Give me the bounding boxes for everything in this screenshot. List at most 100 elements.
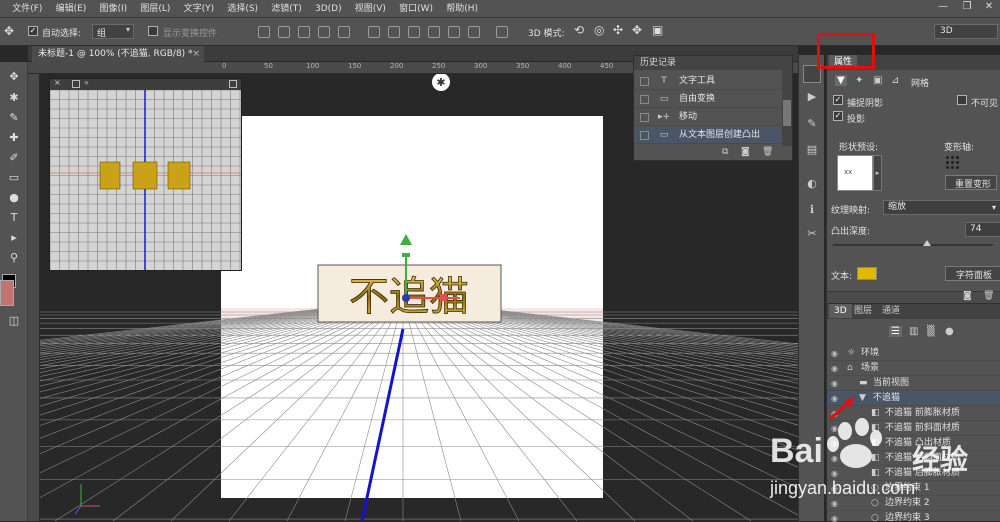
scene-item[interactable]: ◉ ☼ 环境 bbox=[827, 346, 1000, 361]
zoom-icon[interactable]: ⚲ bbox=[5, 249, 23, 267]
distribute-bottom-icon[interactable] bbox=[408, 26, 420, 38]
menu-select[interactable]: 选择(S) bbox=[222, 0, 263, 18]
scene-item[interactable]: ◉ ○ 边界约束 3 bbox=[827, 511, 1000, 522]
invisible-checkbox[interactable] bbox=[957, 95, 967, 106]
rotate-3d-icon[interactable]: ⟲ bbox=[574, 23, 584, 37]
move-tool-icon[interactable]: ✥ bbox=[4, 24, 14, 38]
path-select-icon[interactable]: ▸ bbox=[5, 229, 23, 247]
align-bottom-icon[interactable] bbox=[298, 26, 310, 38]
secondary-view-panel[interactable]: × » bbox=[49, 78, 242, 271]
expand-view-icon[interactable] bbox=[229, 80, 237, 88]
close-view-icon[interactable]: × bbox=[54, 78, 61, 87]
healing-brush-icon[interactable]: ✚ bbox=[5, 129, 23, 147]
mesh-filter-icon[interactable]: ▥ bbox=[909, 326, 918, 337]
visibility-eye-icon[interactable]: ◉ bbox=[831, 361, 843, 376]
history-checkbox[interactable] bbox=[640, 77, 649, 86]
actions-icon[interactable]: ▶ bbox=[803, 90, 821, 108]
adjustments-icon[interactable]: ◐ bbox=[803, 177, 821, 195]
visibility-eye-icon[interactable]: ◉ bbox=[831, 481, 843, 496]
move-tool-icon[interactable]: ✥ bbox=[5, 68, 23, 86]
history-item[interactable]: T 文字工具 bbox=[634, 73, 782, 90]
trash-icon[interactable]: 🗑 bbox=[762, 147, 773, 157]
character-panel-button[interactable]: 字符面板 bbox=[945, 266, 1000, 281]
menu-image[interactable]: 图像(I) bbox=[94, 0, 132, 18]
history-panel-title[interactable]: 历史记录 bbox=[634, 56, 792, 70]
align-vcenter-icon[interactable] bbox=[278, 26, 290, 38]
deform-axis-grid-icon[interactable] bbox=[945, 155, 961, 171]
gizmo-center[interactable] bbox=[402, 294, 410, 302]
screenshot-icon[interactable]: ◙ bbox=[963, 291, 972, 301]
scene-item[interactable]: ◉ ◧ 不追猫 后斜面材质 bbox=[827, 451, 1000, 466]
visibility-eye-icon[interactable]: ◉ bbox=[831, 376, 843, 391]
distribute-vcenter-icon[interactable] bbox=[388, 26, 400, 38]
tab-layers[interactable]: 图层 bbox=[849, 304, 877, 318]
menu-3d[interactable]: 3D(D) bbox=[310, 0, 347, 18]
roll-3d-icon[interactable]: ◎ bbox=[594, 23, 604, 37]
align-hcenter-icon[interactable] bbox=[338, 26, 350, 38]
menu-layer[interactable]: 图层(L) bbox=[135, 0, 175, 18]
chevron-down-icon[interactable]: » bbox=[84, 78, 89, 87]
menu-help[interactable]: 帮助(H) bbox=[441, 0, 483, 18]
trash-icon[interactable]: 🗑 bbox=[983, 291, 994, 301]
distribute-right-icon[interactable] bbox=[468, 26, 480, 38]
menu-type[interactable]: 文字(Y) bbox=[179, 0, 220, 18]
catch-shadows-checkbox[interactable]: ✓ bbox=[833, 95, 843, 106]
whole-scene-filter-icon[interactable]: ☰ bbox=[889, 326, 902, 337]
slider-thumb[interactable] bbox=[923, 240, 931, 246]
materials-filter-icon[interactable]: ▒ bbox=[927, 326, 935, 337]
coordinates-icon[interactable]: ⊿ bbox=[891, 75, 899, 86]
workspace-switcher[interactable]: 3D bbox=[934, 24, 998, 39]
shape-preset-thumbnail[interactable]: ⅹⅹ bbox=[837, 155, 873, 191]
snapshot-camera-icon[interactable]: ◙ bbox=[741, 147, 750, 157]
visibility-eye-icon[interactable]: ◉ bbox=[831, 466, 843, 481]
scrollbar-thumb[interactable] bbox=[783, 100, 791, 126]
history-checkbox[interactable] bbox=[640, 95, 649, 104]
history-item-selected[interactable]: ▭ 从文本图层创建凸出 bbox=[634, 127, 782, 144]
drag-3d-icon[interactable]: ✣ bbox=[613, 23, 623, 37]
visibility-eye-icon[interactable]: ◉ bbox=[831, 451, 843, 466]
menu-filter[interactable]: 滤镜(T) bbox=[266, 0, 307, 18]
background-color-swatch[interactable] bbox=[0, 280, 14, 306]
tools-icon[interactable]: ✂ bbox=[803, 227, 821, 245]
menu-edit[interactable]: 编辑(E) bbox=[51, 0, 92, 18]
mesh-filter-icon[interactable]: ▼ bbox=[835, 75, 847, 86]
text-color-swatch[interactable] bbox=[857, 267, 877, 280]
close-tab-icon[interactable]: × bbox=[192, 46, 200, 62]
cap-icon[interactable]: ▣ bbox=[873, 75, 882, 86]
distribute-top-icon[interactable] bbox=[368, 26, 380, 38]
reset-deform-button[interactable]: 重置变形 bbox=[945, 175, 997, 190]
menu-view[interactable]: 视图(V) bbox=[350, 0, 391, 18]
magic-wand-icon[interactable]: ✱ bbox=[5, 89, 23, 107]
distribute-hcenter-icon[interactable] bbox=[448, 26, 460, 38]
align-top-icon[interactable] bbox=[258, 26, 270, 38]
extrude-depth-input[interactable]: 74 bbox=[965, 222, 1000, 237]
history-item[interactable]: ▸+ 移动 bbox=[634, 109, 782, 126]
auto-align-icon[interactable] bbox=[496, 26, 508, 38]
brush-icon[interactable]: ✐ bbox=[5, 149, 23, 167]
new-document-from-state-icon[interactable]: ⧉ bbox=[722, 147, 728, 157]
eraser-icon[interactable]: ▭ bbox=[5, 169, 23, 187]
scene-item[interactable]: ◉ ○ 边界约束 2 bbox=[827, 496, 1000, 511]
scene-item[interactable]: ◉ ⌂ 场景 bbox=[827, 361, 1000, 376]
texture-map-select[interactable]: 缩放 ▾ bbox=[883, 200, 1000, 215]
history-item[interactable]: ▭ 自由变换 bbox=[634, 91, 782, 108]
tab-channels[interactable]: 通道 bbox=[877, 304, 905, 318]
info-icon[interactable]: ℹ bbox=[803, 203, 821, 221]
tool-presets-icon[interactable]: ▤ bbox=[803, 143, 821, 161]
visibility-eye-icon[interactable]: ◉ bbox=[831, 436, 843, 451]
scene-item[interactable]: ◉ ◧ 不追猫 后膨胀材质 bbox=[827, 466, 1000, 481]
type-tool-icon[interactable]: T bbox=[5, 209, 23, 227]
auto-select-dropdown[interactable]: 组 ▾ bbox=[92, 24, 134, 39]
menu-window[interactable]: 窗口(W) bbox=[394, 0, 438, 18]
quick-mask-icon[interactable]: ◫ bbox=[5, 312, 23, 330]
lights-filter-icon[interactable]: ● bbox=[945, 326, 954, 337]
document-tab[interactable]: 未标题-1 @ 100% (不追猫, RGB/8) * × bbox=[32, 46, 204, 62]
visibility-eye-icon[interactable]: ◉ bbox=[831, 346, 843, 361]
menu-file[interactable]: 文件(F) bbox=[7, 0, 47, 18]
history-checkbox[interactable] bbox=[640, 131, 649, 140]
cast-shadows-checkbox[interactable]: ✓ bbox=[833, 111, 843, 122]
scale-3d-icon[interactable]: ▣ bbox=[652, 23, 663, 37]
history-checkbox[interactable] bbox=[640, 113, 649, 122]
auto-select-checkbox[interactable]: ✓ bbox=[28, 26, 38, 37]
deform-icon[interactable]: ✦ bbox=[855, 75, 863, 86]
